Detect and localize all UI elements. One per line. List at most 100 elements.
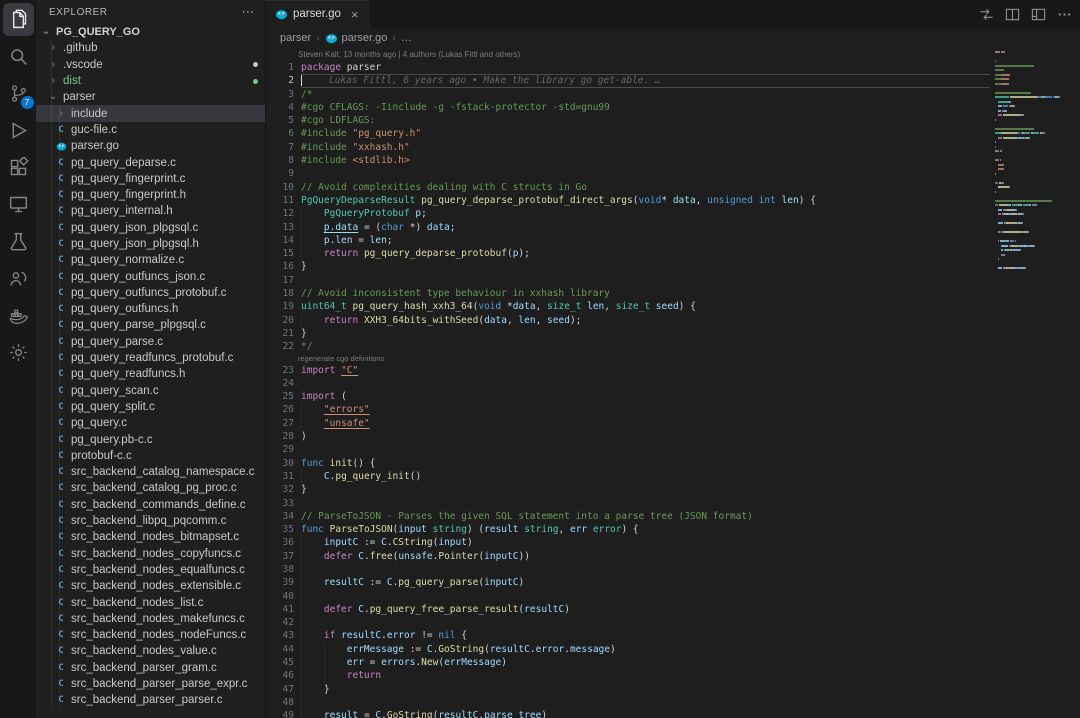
- minimap[interactable]: [990, 48, 1080, 718]
- line-number[interactable]: 17: [266, 274, 294, 287]
- code-line-42[interactable]: 42: [266, 616, 990, 629]
- line-number[interactable]: 38: [266, 563, 294, 576]
- code-line-47[interactable]: 47 }: [266, 683, 990, 696]
- breadcrumb-parser[interactable]: parser: [280, 32, 311, 44]
- line-number[interactable]: 37: [266, 550, 294, 563]
- line-number[interactable]: 6: [266, 127, 294, 140]
- code-line-27[interactable]: 27 "unsafe": [266, 417, 990, 430]
- code-line-32[interactable]: 32}: [266, 483, 990, 496]
- line-number[interactable]: 5: [266, 114, 294, 127]
- live-share-icon[interactable]: [3, 262, 34, 295]
- line-number[interactable]: 46: [266, 669, 294, 682]
- more-actions-icon[interactable]: [1057, 7, 1072, 22]
- code-line-35[interactable]: 35func ParseToJSON(input string) (result…: [266, 523, 990, 536]
- file-item-pg_query_internal.h[interactable]: Cpg_query_internal.h: [36, 203, 265, 219]
- line-number[interactable]: 8: [266, 154, 294, 167]
- file-item-src_backend_nodes_copyfuncs.c[interactable]: Csrc_backend_nodes_copyfuncs.c: [36, 546, 265, 562]
- file-item-src_backend_nodes_value.c[interactable]: Csrc_backend_nodes_value.c: [36, 643, 265, 659]
- breadcrumb-more[interactable]: …: [401, 32, 412, 44]
- code-line-41[interactable]: 41 defer C.pg_query_free_parse_result(re…: [266, 603, 990, 616]
- code-line-5[interactable]: 5#cgo LDFLAGS:: [266, 114, 990, 127]
- line-number[interactable]: 42: [266, 616, 294, 629]
- files-icon[interactable]: [3, 3, 34, 36]
- code-line-17[interactable]: 17: [266, 274, 990, 287]
- code-line-29[interactable]: 29: [266, 443, 990, 456]
- code-line-19[interactable]: 19uint64_t pg_query_hash_xxh3_64(void *d…: [266, 300, 990, 313]
- line-number[interactable]: 2: [266, 74, 294, 87]
- line-number[interactable]: 39: [266, 576, 294, 589]
- code-line-2[interactable]: 2Lukas Fittl, 6 years ago • Make the lib…: [266, 74, 990, 87]
- tab-parser-go[interactable]: parser.go ×: [266, 0, 369, 28]
- code-line-18[interactable]: 18// Avoid inconsistent type behaviour i…: [266, 287, 990, 300]
- code-line-24[interactable]: 24: [266, 377, 990, 390]
- testing-icon[interactable]: [3, 225, 34, 258]
- line-number[interactable]: 34: [266, 510, 294, 523]
- file-item-pg_query_normalize.c[interactable]: Cpg_query_normalize.c: [36, 252, 265, 268]
- docker-icon[interactable]: [3, 299, 34, 332]
- line-number[interactable]: 22: [266, 340, 294, 353]
- file-item-pg_query_readfuncs.h[interactable]: Cpg_query_readfuncs.h: [36, 366, 265, 382]
- folder-item-.github[interactable]: ›.github: [36, 40, 265, 56]
- file-item-pg_query.pb-c.c[interactable]: Cpg_query.pb-c.c: [36, 431, 265, 447]
- line-number[interactable]: 21: [266, 327, 294, 340]
- file-item-src_backend_catalog_pg_proc.c[interactable]: Csrc_backend_catalog_pg_proc.c: [36, 480, 265, 496]
- folder-item-parser[interactable]: ⌄parser: [36, 89, 265, 105]
- file-item-pg_query_scan.c[interactable]: Cpg_query_scan.c: [36, 383, 265, 399]
- code-line-8[interactable]: 8#include <stdlib.h>: [266, 154, 990, 167]
- code-line-26[interactable]: 26 "errors": [266, 403, 990, 416]
- code-line-38[interactable]: 38: [266, 563, 990, 576]
- search-icon[interactable]: [3, 40, 34, 73]
- code-line-49[interactable]: 49 result = C.GoString(resultC.parse_tre…: [266, 709, 990, 718]
- code-line-9[interactable]: 9: [266, 167, 990, 180]
- line-number[interactable]: 40: [266, 590, 294, 603]
- code-line-4[interactable]: 4#cgo CFLAGS: -Iinclude -g -fstack-prote…: [266, 101, 990, 114]
- code-lines[interactable]: Steven Kalt, 13 months ago | 4 authors (…: [266, 48, 990, 718]
- code-line-31[interactable]: 31 C.pg_query_init(): [266, 470, 990, 483]
- code-line-33[interactable]: 33: [266, 497, 990, 510]
- line-number[interactable]: 18: [266, 287, 294, 300]
- line-number[interactable]: 36: [266, 536, 294, 549]
- code-line-37[interactable]: 37 defer C.free(unsafe.Pointer(inputC)): [266, 550, 990, 563]
- code-line-40[interactable]: 40: [266, 590, 990, 603]
- line-number[interactable]: 31: [266, 470, 294, 483]
- line-number[interactable]: 1: [266, 61, 294, 74]
- editor-layout-icon[interactable]: [1031, 7, 1046, 22]
- line-number[interactable]: 11: [266, 194, 294, 207]
- open-changes-icon[interactable]: [979, 7, 994, 22]
- file-item-pg_query_parse.c[interactable]: Cpg_query_parse.c: [36, 334, 265, 350]
- line-number[interactable]: 43: [266, 629, 294, 642]
- code-line-28[interactable]: 28): [266, 430, 990, 443]
- folder-item-dist[interactable]: ›dist: [36, 73, 265, 89]
- line-number[interactable]: 10: [266, 181, 294, 194]
- file-item-pg_query_outfuncs_json.c[interactable]: Cpg_query_outfuncs_json.c: [36, 268, 265, 284]
- line-number[interactable]: 30: [266, 457, 294, 470]
- line-number[interactable]: 25: [266, 390, 294, 403]
- file-item-pg_query_fingerprint.h[interactable]: Cpg_query_fingerprint.h: [36, 187, 265, 203]
- code-line-22[interactable]: 22*/: [266, 340, 990, 353]
- code-line-34[interactable]: 34// ParseToJSON - Parses the given SQL …: [266, 510, 990, 523]
- source-control-icon[interactable]: 7: [3, 77, 34, 110]
- line-number[interactable]: 24: [266, 377, 294, 390]
- file-item-pg_query_fingerprint.c[interactable]: Cpg_query_fingerprint.c: [36, 171, 265, 187]
- line-number[interactable]: 16: [266, 260, 294, 273]
- line-number[interactable]: 49: [266, 709, 294, 718]
- code-line-15[interactable]: 15 return pg_query_deparse_protobuf(p);: [266, 247, 990, 260]
- line-number[interactable]: 47: [266, 683, 294, 696]
- code-line-21[interactable]: 21}: [266, 327, 990, 340]
- file-item-pg_query_split.c[interactable]: Cpg_query_split.c: [36, 399, 265, 415]
- line-number[interactable]: 12: [266, 207, 294, 220]
- file-item-src_backend_nodes_equalfuncs.c[interactable]: Csrc_backend_nodes_equalfuncs.c: [36, 562, 265, 578]
- line-number[interactable]: 19: [266, 300, 294, 313]
- code-line-6[interactable]: 6#include "pg_query.h": [266, 127, 990, 140]
- line-number[interactable]: 3: [266, 88, 294, 101]
- file-item-pg_query_json_plpgsql.h[interactable]: Cpg_query_json_plpgsql.h: [36, 236, 265, 252]
- file-item-guc-file.c[interactable]: Cguc-file.c: [36, 122, 265, 138]
- code-line-23[interactable]: 23import "C": [266, 364, 990, 377]
- code-line-30[interactable]: 30func init() {: [266, 457, 990, 470]
- file-item-src_backend_nodes_extensible.c[interactable]: Csrc_backend_nodes_extensible.c: [36, 578, 265, 594]
- file-item-src_backend_parser_parser.c[interactable]: Csrc_backend_parser_parser.c: [36, 692, 265, 708]
- file-item-src_backend_catalog_namespace.c[interactable]: Csrc_backend_catalog_namespace.c: [36, 464, 265, 480]
- line-number[interactable]: 45: [266, 656, 294, 669]
- code-line-3[interactable]: 3/*: [266, 88, 990, 101]
- line-number[interactable]: 35: [266, 523, 294, 536]
